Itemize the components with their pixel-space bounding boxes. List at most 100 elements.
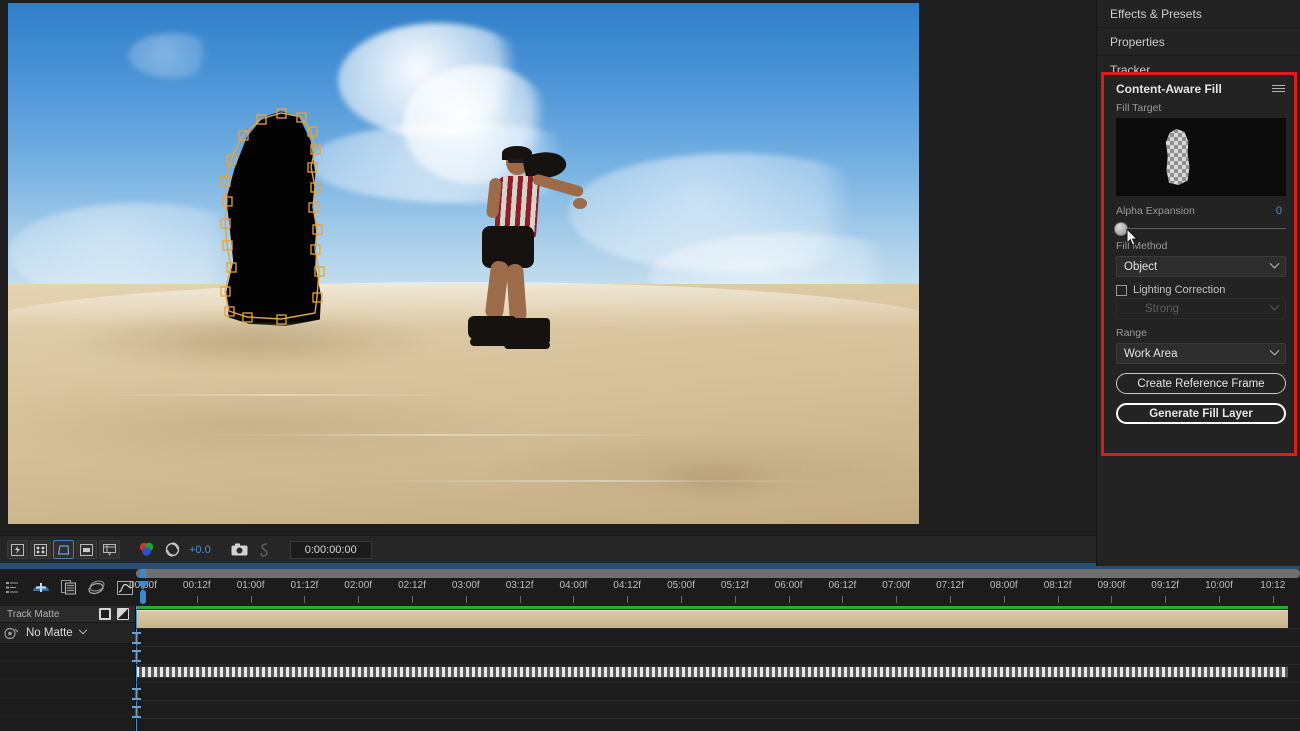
timeline-tick [842,596,844,603]
timeline-tick-label: 04:00f [559,580,588,591]
timeline-row-separator [136,646,1300,647]
timeline-ruler[interactable]: 00:00f00:12f01:00f01:12f02:00f02:12f03:0… [129,569,1300,606]
timeline-tick [304,596,306,603]
timeline-tick-label: 02:00f [344,580,373,591]
show-snapshot-icon[interactable] [254,540,278,559]
timeline-tick-label: 06:00f [774,580,803,591]
exposure-reset-icon[interactable] [160,540,184,559]
composition-frame[interactable] [8,3,919,524]
timeline-empty-row [0,716,135,731]
timeline-empty-row [0,698,135,716]
timeline-layer-controls[interactable]: Track Matte No Matte [0,606,136,731]
layer-duration-marker-icon[interactable] [132,688,141,700]
matte-target-icon[interactable] [4,627,19,640]
timeline-tick [681,596,682,603]
masked-object[interactable] [215,108,329,326]
toggle-transparency-grid-icon[interactable] [7,540,28,559]
timeline-tick [519,596,521,603]
timeline-track-area[interactable] [132,606,1300,731]
timeline-empty-row [0,680,135,698]
tab-effects-presets[interactable]: Effects & Presets [1097,0,1300,28]
timeline-tick-label: 03:12f [505,580,534,591]
timeline-toolbar[interactable] [0,569,136,606]
composition-viewer[interactable]: +0.0 0:00:00:00 [0,0,1096,566]
no-matte-row[interactable]: No Matte [0,623,135,644]
timeline-panel[interactable]: Track Matte No Matte 00:00f00:12f01:00f0… [0,566,1300,731]
timeline-tick-label: 02:12f [398,580,426,591]
lighting-correction-row[interactable]: Lighting Correction [1116,284,1282,296]
take-snapshot-icon[interactable] [228,540,252,559]
dashed-layer-bar[interactable] [136,666,1288,678]
timeline-horizontal-scrollbar[interactable] [136,569,1300,578]
timeline-tick-label: 00:12f [182,580,211,591]
timeline-tick [788,596,790,603]
timeline-row-separator [136,718,1300,719]
grid-guides-icon[interactable] [99,540,120,559]
draft-3d-icon[interactable] [31,578,50,597]
timeline-tick [573,596,575,603]
fill-target-alpha-shape [1165,129,1190,185]
viewer-toolbar[interactable]: +0.0 0:00:00:00 [0,535,1096,563]
lighting-correction-label: Lighting Correction [1133,284,1226,296]
lighting-correction-checkbox[interactable] [1116,284,1127,296]
viewer-timecode[interactable]: 0:00:00:00 [289,540,372,559]
alpha-expansion-label: Alpha Expansion [1116,205,1195,217]
right-panel-stack: Effects & Presets Properties Tracker Con… [1096,0,1300,566]
range-label: Range [1116,327,1147,339]
layer-duration-marker-icon[interactable] [132,632,141,644]
timeline-tick [1272,596,1274,603]
layer-clip-bar[interactable] [136,610,1288,628]
dune-contour-shadow [8,379,528,470]
channel-rgb-icon[interactable] [134,540,158,559]
matte-luma-icon[interactable] [117,608,129,620]
region-of-interest-icon[interactable] [76,540,97,559]
fill-method-select[interactable]: Object [1116,256,1286,277]
content-aware-fill-panel: Content-Aware Fill Fill Target Alpha Exp… [1101,72,1297,456]
matte-alpha-icon[interactable] [99,608,111,620]
mask-path-outline[interactable] [205,101,339,336]
exposure-value[interactable]: +0.0 [186,544,214,556]
generate-fill-layer-button[interactable]: Generate Fill Layer [1116,403,1286,424]
chevron-down-icon[interactable] [78,625,87,635]
timeline-tick-label: 08:00f [989,580,1018,591]
timeline-tick-label: 10:00f [1205,580,1233,591]
timeline-tick [196,596,198,603]
range-select[interactable]: Work Area [1116,343,1286,364]
tab-properties[interactable]: Properties [1097,28,1300,56]
range-value: Work Area [1124,347,1178,360]
alpha-expansion-slider[interactable] [1114,221,1286,246]
timeline-tick-label: 05:12f [720,580,749,591]
composition-mini-flowchart-icon[interactable] [3,578,22,597]
toggle-mask-visibility-icon[interactable] [30,540,51,559]
timeline-tick [1057,596,1059,603]
create-reference-frame-button[interactable]: Create Reference Frame [1116,373,1286,394]
timeline-tick-label: 05:00f [667,580,695,591]
panel-menu-icon[interactable] [1272,85,1285,92]
alpha-expansion-value[interactable]: 0 [1276,205,1282,217]
layer-duration-marker-icon[interactable] [132,650,141,662]
frame-blending-icon[interactable] [87,578,106,597]
timeline-tick-label: 03:00f [451,580,480,591]
timeline-empty-row [0,662,135,680]
timeline-tick-label: 08:12f [1043,580,1072,591]
fill-method-value: Object [1124,260,1158,273]
timeline-tick [1219,596,1220,603]
playhead-marker-icon[interactable] [136,569,150,606]
timeline-tick [1003,596,1005,603]
chevron-down-icon [1269,345,1280,356]
toggle-view-layout-icon[interactable] [53,540,74,559]
fill-target-label: Fill Target [1116,102,1162,114]
fill-target-preview[interactable] [1116,118,1286,196]
lighting-strength-select: Strong [1116,298,1286,319]
hide-shy-layers-icon[interactable] [59,578,78,597]
timeline-tick-label: 07:00f [882,580,911,591]
layer-duration-marker-icon[interactable] [132,706,141,718]
timeline-tick-label: 04:12f [613,580,642,591]
timeline-tick-label: 10:12 [1260,580,1286,591]
timeline-row-separator [136,628,1300,629]
timeline-tick [896,596,898,603]
timeline-tick-label: 09:00f [1097,580,1126,591]
no-matte-value: No Matte [26,627,73,639]
timeline-tick [412,596,413,603]
panel-title: Content-Aware Fill [1116,81,1222,96]
